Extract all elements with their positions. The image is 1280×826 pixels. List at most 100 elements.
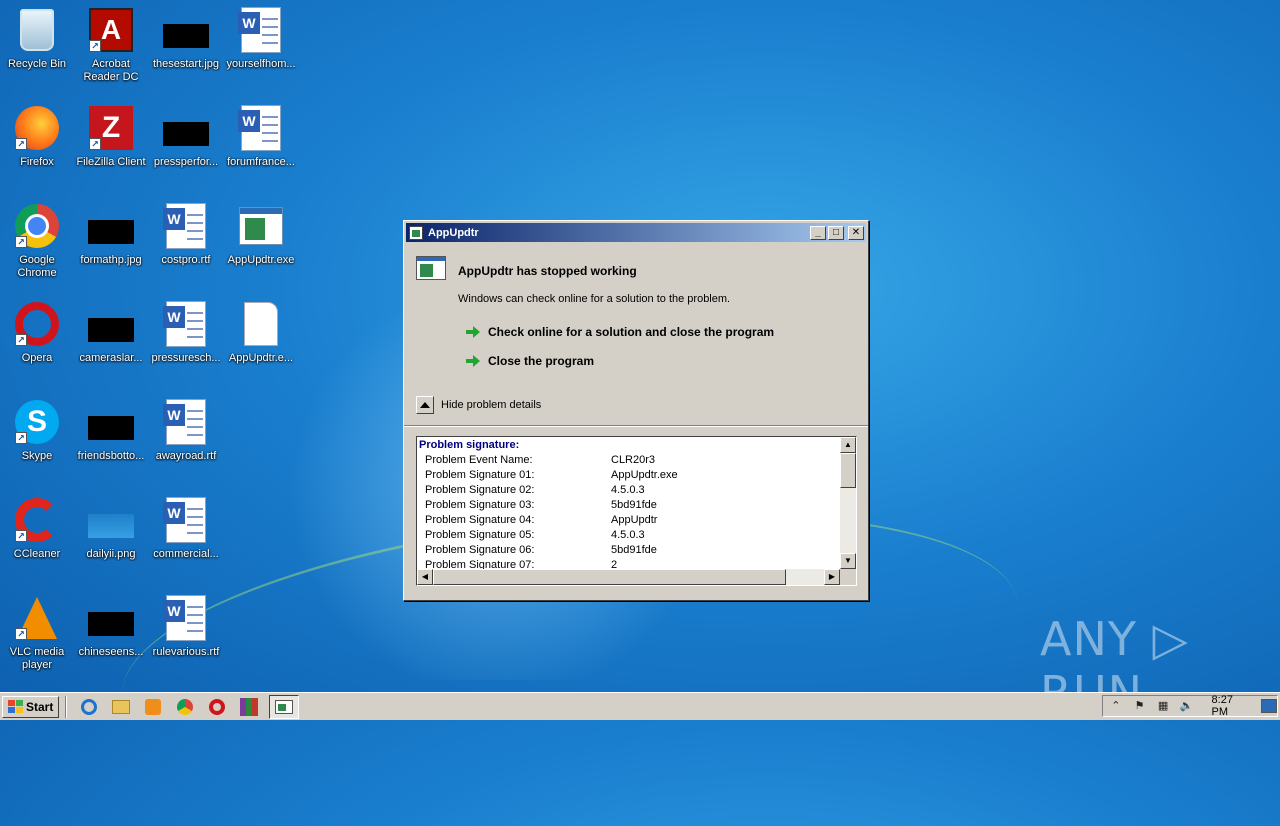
quicklaunch-opera[interactable]: [206, 696, 228, 718]
scroll-thumb[interactable]: [840, 453, 856, 488]
icon-label: costpro.rtf: [161, 254, 211, 266]
blank-file-icon: [244, 302, 278, 346]
desktop-icon-yourselfhom[interactable]: W yourselfhom...: [224, 6, 298, 71]
quicklaunch-ie[interactable]: [78, 696, 100, 718]
desktop-icon-commercial[interactable]: W commercial...: [149, 496, 223, 561]
image-thumbnail-icon: [88, 416, 134, 440]
check-online-label: Check online for a solution and close th…: [488, 325, 775, 339]
application-icon: [239, 207, 283, 245]
desktop-icon-appupdtr-exe[interactable]: AppUpdtr.exe: [224, 202, 298, 267]
volume-icon[interactable]: 🔈: [1180, 699, 1194, 713]
desktop-icon-thesestart[interactable]: thesestart.jpg: [149, 6, 223, 71]
scroll-right-button[interactable]: ▶: [824, 569, 840, 585]
scroll-up-button[interactable]: ▲: [840, 437, 856, 453]
details-row: Problem Signature 04: AppUpdtr: [425, 514, 658, 526]
maximize-button[interactable]: □: [828, 225, 844, 240]
icon-label: thesestart.jpg: [152, 58, 220, 70]
desktop-icon-skype[interactable]: S ↗ Skype: [0, 398, 74, 463]
icon-label: yourselfhom...: [226, 58, 296, 70]
icon-label: Recycle Bin: [7, 58, 67, 70]
quicklaunch-chrome[interactable]: [174, 696, 196, 718]
icon-label: chineseens...: [78, 646, 144, 658]
desktop-icon-cameraslar[interactable]: cameraslar...: [74, 300, 148, 365]
show-desktop-icon[interactable]: [1261, 699, 1277, 713]
desktop-icon-costpro[interactable]: W costpro.rtf: [149, 202, 223, 267]
taskbar-separator: [65, 695, 68, 718]
word-document-icon: W: [238, 7, 281, 53]
chevron-up-icon[interactable]: ⌃: [1109, 699, 1123, 713]
image-thumbnail-icon: [88, 514, 134, 538]
hide-details-toggle[interactable]: Hide problem details: [416, 396, 541, 414]
icon-label: Opera: [21, 352, 53, 364]
details-row: Problem Signature 03: 5bd91fde: [425, 499, 657, 511]
desktop-icon-friendsbotto[interactable]: friendsbotto...: [74, 398, 148, 463]
check-online-option[interactable]: Check online for a solution and close th…: [466, 325, 774, 339]
scroll-corner: [840, 569, 856, 585]
desktop-icon-firefox[interactable]: ↗ Firefox: [0, 104, 74, 169]
desktop-icon-pressuresch[interactable]: W pressuresch...: [149, 300, 223, 365]
quicklaunch-explorer[interactable]: [110, 696, 132, 718]
recycle-bin-icon: [20, 9, 54, 51]
program-icon: [416, 256, 446, 280]
image-thumbnail-icon: [88, 318, 134, 342]
desktop-icon-filezilla[interactable]: Z ↗ FileZilla Client: [74, 104, 148, 169]
network-icon[interactable]: ▦: [1156, 699, 1170, 713]
vertical-scrollbar[interactable]: ▲ ▼: [840, 437, 856, 569]
quicklaunch-media-player[interactable]: [142, 696, 164, 718]
dialog-message: Windows can check online for a solution …: [458, 293, 731, 305]
close-program-option[interactable]: Close the program: [466, 354, 594, 368]
system-tray: ⌃ ⚑ ▦ 🔈 8:27 PM: [1102, 694, 1278, 718]
word-document-icon: W: [238, 105, 281, 151]
icon-label: pressperfor...: [153, 156, 219, 168]
green-arrow-icon: [466, 325, 480, 339]
problem-details-box[interactable]: Problem signature: Problem Event Name: CL…: [416, 436, 857, 586]
desktop-icon-rulevarious[interactable]: W rulevarious.rtf: [149, 594, 223, 659]
scroll-thumb[interactable]: [433, 569, 786, 585]
image-thumbnail-icon: [163, 122, 209, 146]
scroll-down-button[interactable]: ▼: [840, 553, 856, 569]
taskbar: Start ⌃ ⚑ ▦ 🔈 8:27 PM: [0, 692, 1280, 720]
desktop-icon-pressperfor[interactable]: pressperfor...: [149, 104, 223, 169]
image-thumbnail-icon: [163, 24, 209, 48]
desktop-icon-recycle-bin[interactable]: Recycle Bin: [0, 6, 74, 71]
icon-label: commercial...: [153, 548, 219, 560]
windows-logo-icon: [8, 700, 23, 713]
desktop-icon-google-chrome[interactable]: ↗ Google Chrome: [0, 202, 74, 280]
details-row: Problem Event Name: CLR20r3: [425, 454, 656, 466]
quicklaunch-winrar[interactable]: [238, 696, 260, 718]
desktop-icon-appupdtr-config[interactable]: AppUpdtr.e...: [224, 300, 298, 365]
dialog-titlebar[interactable]: AppUpdtr _ □ ✕: [406, 223, 866, 242]
chevron-up-icon[interactable]: [416, 396, 434, 414]
desktop-icon-ccleaner[interactable]: ↗ CCleaner: [0, 496, 74, 561]
close-program-label: Close the program: [488, 354, 595, 368]
horizontal-scrollbar[interactable]: ◀ ▶: [417, 569, 840, 585]
start-button[interactable]: Start: [2, 695, 60, 718]
desktop-icon-formathp[interactable]: formathp.jpg: [74, 202, 148, 267]
desktop-icon-acrobat[interactable]: A ↗ Acrobat Reader DC: [74, 6, 148, 84]
green-arrow-icon: [466, 354, 480, 368]
hide-details-label: Hide problem details: [441, 399, 542, 411]
clock[interactable]: 8:27 PM: [1212, 694, 1252, 718]
app-icon: [409, 225, 423, 240]
close-button[interactable]: ✕: [848, 225, 864, 240]
icon-label: AppUpdtr.exe: [227, 254, 295, 266]
minimize-button[interactable]: _: [810, 225, 826, 240]
desktop-icon-forumfrance[interactable]: W forumfrance...: [224, 104, 298, 169]
desktop-icon-awayroad[interactable]: W awayroad.rtf: [149, 398, 223, 463]
icon-label: AppUpdtr.e...: [228, 352, 294, 364]
error-dialog: AppUpdtr _ □ ✕ AppUpdtr has stopped work…: [403, 220, 869, 601]
word-document-icon: W: [163, 301, 206, 347]
word-document-icon: W: [163, 203, 206, 249]
desktop-icon-chineseens[interactable]: chineseens...: [74, 594, 148, 659]
desktop-icon-dailyii[interactable]: dailyii.png: [74, 496, 148, 561]
desktop-icon-vlc[interactable]: ↗ VLC media player: [0, 594, 74, 672]
word-document-icon: W: [163, 399, 206, 445]
action-center-flag-icon[interactable]: ⚑: [1133, 699, 1147, 713]
winrar-icon: [240, 697, 259, 716]
icon-label: FileZilla Client: [76, 156, 146, 168]
icon-label: Google Chrome: [17, 254, 57, 279]
taskbar-button-appupdtr[interactable]: [269, 694, 300, 719]
scroll-left-button[interactable]: ◀: [417, 569, 433, 585]
desktop-icon-opera[interactable]: ↗ Opera: [0, 300, 74, 365]
icon-label: awayroad.rtf: [155, 450, 217, 462]
